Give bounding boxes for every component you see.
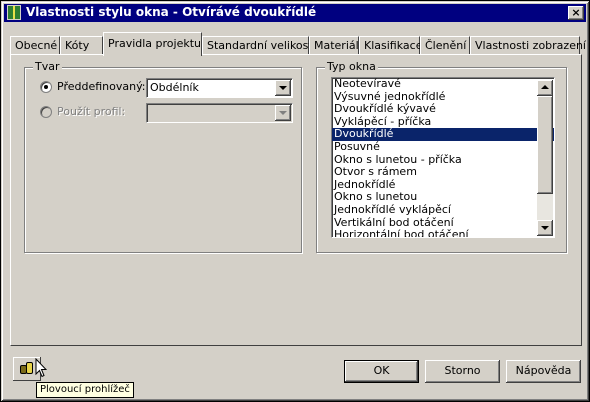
list-item[interactable]: Horizontální bod otáčení <box>332 229 554 237</box>
list-scrollbar[interactable] <box>537 80 553 236</box>
predefined-shape-value: Obdélník <box>150 81 199 94</box>
list-item[interactable]: Dvoukřídlé kývavé <box>332 103 554 116</box>
title-bar[interactable]: Vlastnosti stylu okna - Otvírávé dvoukří… <box>4 4 586 22</box>
tvar-group-label: Tvar <box>33 60 62 73</box>
profile-radio[interactable] <box>40 106 52 118</box>
window-title: Vlastnosti stylu okna - Otvírávé dvoukří… <box>26 5 317 19</box>
predefined-label: Předdefinovaný: <box>57 80 146 93</box>
ok-button[interactable]: OK <box>344 360 419 383</box>
profile-label: Použít profil: <box>57 105 126 118</box>
help-button[interactable]: Nápověda <box>506 360 581 383</box>
window-style-icon <box>7 5 21 20</box>
tab-standardni-velikosti[interactable]: Standardní velikosti <box>202 36 316 54</box>
tab-obecne[interactable]: Obecné <box>10 36 60 54</box>
chevron-down-icon[interactable] <box>275 80 291 96</box>
list-item[interactable]: Neotevíravé <box>332 78 554 91</box>
scroll-down-button[interactable] <box>537 220 553 236</box>
tab-materialy[interactable]: Materiály <box>309 36 365 54</box>
tab-vlastnosti-zobrazeni[interactable]: Vlastnosti zobrazení <box>470 36 586 54</box>
predefined-shape-select[interactable]: Obdélník <box>146 78 293 98</box>
chevron-down-icon[interactable] <box>275 105 291 121</box>
floating-viewer-tooltip: Plovoucí prohlížeč <box>36 382 134 398</box>
arrow-up-icon <box>541 85 549 89</box>
list-item[interactable]: Posuvné <box>332 141 554 154</box>
tab-pravidla-projektu[interactable]: Pravidla projektu <box>103 32 202 56</box>
dialog-window: Vlastnosti stylu okna - Otvírávé dvoukří… <box>1 1 589 401</box>
window-type-list[interactable]: Neotevíravé Výsuvné jednokřídlé Dvoukřídlé… <box>331 77 555 238</box>
tab-klasifikace[interactable]: Klasifikace <box>359 36 422 54</box>
scroll-thumb[interactable] <box>537 96 553 194</box>
cancel-button[interactable]: Storno <box>425 360 500 383</box>
arrow-down-icon <box>541 226 549 230</box>
scroll-up-button[interactable] <box>537 80 553 96</box>
list-item[interactable]: Jednokřídlé vyklápěcí <box>332 204 554 217</box>
tab-cleneni[interactable]: Členění <box>420 36 470 54</box>
typ-okna-group-label: Typ okna <box>325 60 378 73</box>
window-type-items: Neotevíravé Výsuvné jednokřídlé Dvoukřídlé… <box>332 78 554 237</box>
close-button[interactable]: × <box>568 6 584 20</box>
mouse-cursor-icon <box>35 358 47 378</box>
predefined-radio[interactable] <box>40 81 52 93</box>
tab-koty[interactable]: Kóty <box>60 36 103 54</box>
profile-select[interactable] <box>146 103 293 123</box>
list-item[interactable]: Otvor s rámem <box>332 166 554 179</box>
binoculars-icon <box>20 362 33 374</box>
